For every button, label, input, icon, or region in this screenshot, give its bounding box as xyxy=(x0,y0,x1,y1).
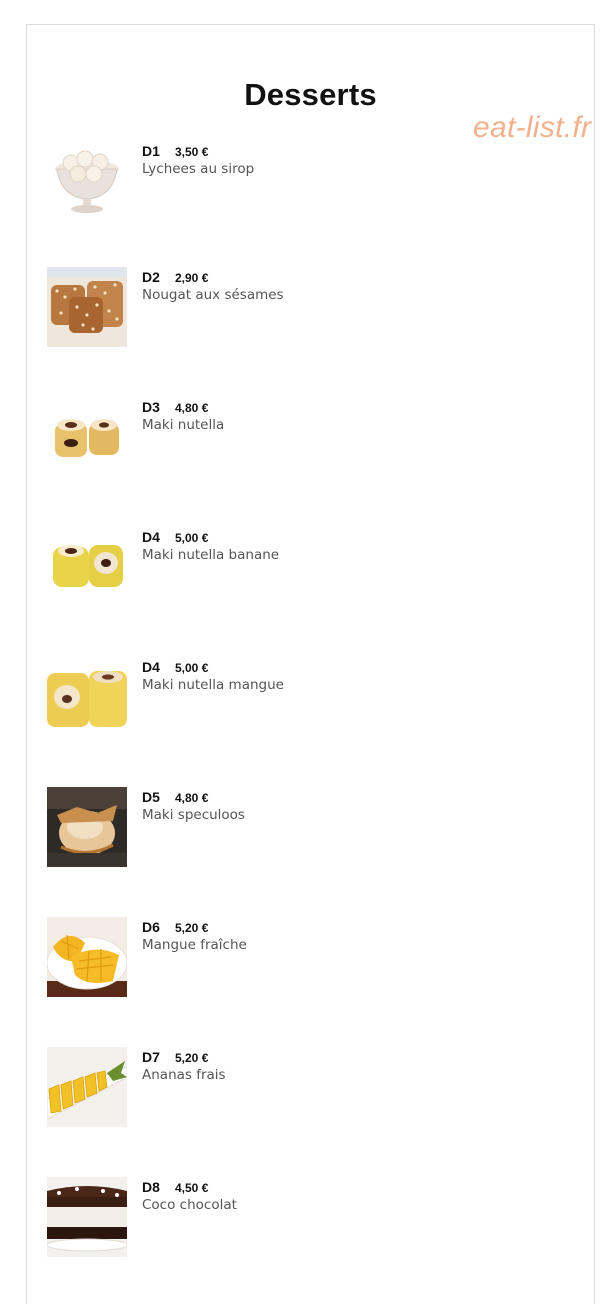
lychee-bowl-image xyxy=(47,141,127,221)
watermark: eat-list.fr xyxy=(473,111,592,144)
fresh-mango-image xyxy=(47,917,127,997)
item-code: D6 xyxy=(142,919,160,935)
menu-item[interactable]: D7 5,20 € Ananas frais xyxy=(47,1047,567,1129)
item-name: Mangue fraîche xyxy=(142,937,247,953)
menu-item[interactable]: D1 3,50 € Lychees au sirop xyxy=(47,141,567,223)
item-name: Lychees au sirop xyxy=(142,161,255,177)
item-price: 5,20 € xyxy=(175,921,209,935)
coco-chocolate-image xyxy=(47,1177,127,1257)
item-name: Maki nutella xyxy=(142,417,225,433)
item-name: Maki nutella mangue xyxy=(142,677,284,693)
item-name: Nougat aux sésames xyxy=(142,287,284,303)
item-price: 4,80 € xyxy=(175,791,209,805)
item-code: D1 xyxy=(142,143,160,159)
page-title: Desserts xyxy=(244,77,377,112)
item-price: 5,20 € xyxy=(175,1051,209,1065)
maki-speculoos-image xyxy=(47,787,127,867)
fresh-pineapple-image xyxy=(47,1047,127,1127)
item-code: D4 xyxy=(142,529,160,545)
menu-card: Desserts eat-list.fr D1 3,50 € Lychees au… xyxy=(26,24,595,1304)
item-price: 4,80 € xyxy=(175,401,209,415)
item-code: D4 xyxy=(142,659,160,675)
menu-item[interactable]: D5 4,80 € Maki speculoos xyxy=(47,787,567,869)
menu-item[interactable]: D8 4,50 € Coco chocolat xyxy=(47,1177,567,1259)
item-name: Maki speculoos xyxy=(142,807,245,823)
item-name: Ananas frais xyxy=(142,1067,226,1083)
item-name: Maki nutella banane xyxy=(142,547,280,563)
maki-nutella-mango-image xyxy=(47,657,127,737)
item-name: Coco chocolat xyxy=(142,1197,237,1213)
maki-nutella-banana-image xyxy=(47,527,127,607)
item-code: D7 xyxy=(142,1049,160,1065)
sesame-nougat-image xyxy=(47,267,127,347)
item-price: 4,50 € xyxy=(175,1181,209,1195)
maki-nutella-image xyxy=(47,397,127,477)
item-price: 2,90 € xyxy=(175,271,209,285)
menu-item[interactable]: D3 4,80 € Maki nutella xyxy=(47,397,567,479)
item-code: D5 xyxy=(142,789,160,805)
menu-item[interactable]: D2 2,90 € Nougat aux sésames xyxy=(47,267,567,349)
item-code: D8 xyxy=(142,1179,160,1195)
item-code: D3 xyxy=(142,399,160,415)
menu-item[interactable]: D4 5,00 € Maki nutella banane xyxy=(47,527,567,609)
item-price: 5,00 € xyxy=(175,661,209,675)
item-price: 3,50 € xyxy=(175,145,209,159)
item-price: 5,00 € xyxy=(175,531,209,545)
menu-item[interactable]: D4 5,00 € Maki nutella mangue xyxy=(47,657,567,739)
item-code: D2 xyxy=(142,269,160,285)
menu-item[interactable]: D6 5,20 € Mangue fraîche xyxy=(47,917,567,999)
